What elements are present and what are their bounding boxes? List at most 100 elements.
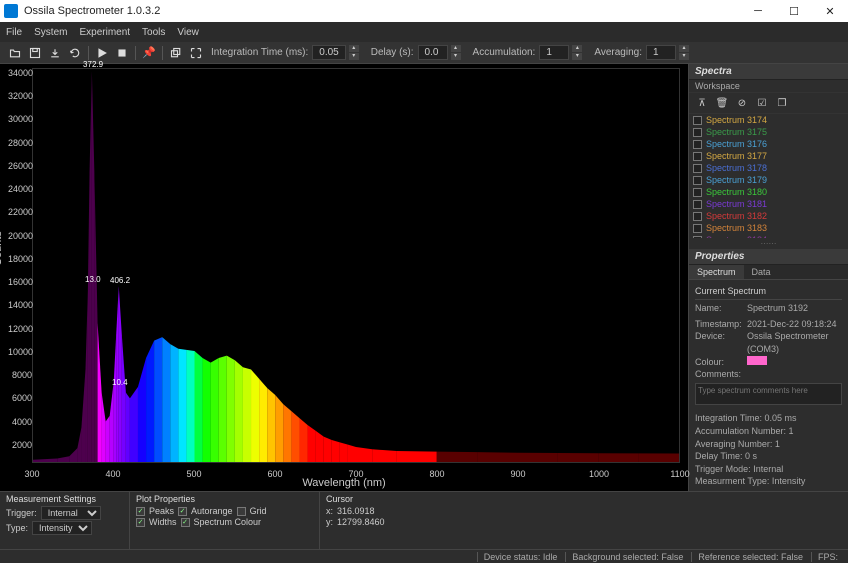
maximize-button[interactable]: ☐ — [776, 0, 812, 22]
y-tick: 6000 — [8, 393, 32, 403]
list-item[interactable]: Spectrum 3182 — [689, 210, 848, 222]
check-icon[interactable]: ☑ — [755, 96, 769, 110]
comments-input[interactable] — [695, 383, 842, 405]
trigger-select[interactable]: Internal — [41, 506, 101, 520]
list-item[interactable]: Spectrum 3180 — [689, 186, 848, 198]
y-tick: 26000 — [8, 161, 32, 171]
delay-input[interactable]: 0.0 — [418, 45, 448, 60]
widths-checkbox[interactable]: ✓ — [136, 518, 145, 527]
bottom-panel: Measurement Settings Trigger: Internal Ty… — [0, 491, 848, 549]
play-icon[interactable] — [93, 44, 111, 62]
pp-header: Plot Properties — [136, 494, 313, 504]
type-key: Type: — [6, 523, 28, 533]
list-item[interactable]: Spectrum 3178 — [689, 162, 848, 174]
props-section: Current Spectrum — [695, 283, 842, 301]
int-time-spinner[interactable]: ▴▾ — [349, 45, 359, 61]
accum-spinner[interactable]: ▴▾ — [572, 45, 582, 61]
y-tick: 10000 — [8, 347, 32, 357]
y-tick: 18000 — [8, 254, 32, 264]
tab-data[interactable]: Data — [744, 265, 779, 279]
colour-swatch[interactable] — [747, 356, 767, 365]
list-item[interactable]: Spectrum 3174 — [689, 114, 848, 126]
bounds-icon[interactable] — [187, 44, 205, 62]
stop-icon[interactable] — [113, 44, 131, 62]
peak-width-label: 13.0 — [85, 275, 101, 284]
menu-view[interactable]: View — [177, 27, 199, 38]
peak-label: 406.2 — [110, 276, 130, 285]
tab-spectrum[interactable]: Spectrum — [689, 265, 744, 279]
y-tick: 4000 — [8, 417, 32, 427]
layers-icon[interactable] — [167, 44, 185, 62]
list-item[interactable]: Spectrum 3183 — [689, 222, 848, 234]
y-tick: 22000 — [8, 207, 32, 217]
x-tick: 300 — [24, 469, 39, 479]
list-item[interactable]: Spectrum 3176 — [689, 138, 848, 150]
accum-input[interactable]: 1 — [539, 45, 569, 60]
cursor-x-value: 316.0918 — [337, 506, 375, 516]
delay-label: Delay (s): — [371, 47, 414, 58]
ms-header: Measurement Settings — [6, 494, 123, 504]
prop-line: Integration Time: 0.05 ms — [695, 412, 842, 425]
list-item[interactable]: Spectrum 3177 — [689, 150, 848, 162]
y-tick: 20000 — [8, 231, 32, 241]
cursor-x-key: x: — [326, 506, 333, 516]
delete-icon[interactable]: 🗑 — [715, 96, 729, 110]
prop-line: Accumulation Number: 1 — [695, 425, 842, 438]
y-tick: 14000 — [8, 300, 32, 310]
y-tick: 8000 — [8, 370, 32, 380]
grid-label: Grid — [250, 506, 267, 516]
peak-label: 372.9 — [83, 60, 103, 69]
int-time-input[interactable]: 0.05 — [312, 45, 345, 60]
peak-width-label: 10.4 — [112, 378, 128, 387]
widths-label: Widths — [149, 517, 177, 527]
spectrum-list[interactable]: Spectrum 3174Spectrum 3175Spectrum 3176S… — [689, 114, 848, 238]
peaks-label: Peaks — [149, 506, 174, 516]
status-ref: Reference selected: False — [691, 552, 809, 562]
plot-area[interactable]: Counts Wavelength (nm) 20004000600080001… — [0, 64, 688, 491]
y-tick: 24000 — [8, 184, 32, 194]
grid-checkbox[interactable]: . — [237, 507, 246, 516]
menu-tools[interactable]: Tools — [142, 27, 165, 38]
autorange-checkbox[interactable]: ✓ — [178, 507, 187, 516]
list-item[interactable]: Spectrum 3179 — [689, 174, 848, 186]
ts-value: 2021-Dec-22 09:18:24 — [747, 318, 837, 331]
cursor-y-value: 12799.8460 — [337, 517, 385, 527]
minimize-button[interactable]: ─ — [740, 0, 776, 22]
avg-input[interactable]: 1 — [646, 45, 676, 60]
x-tick: 500 — [186, 469, 201, 479]
peaks-checkbox[interactable]: ✓ — [136, 507, 145, 516]
status-device: Device status: Idle — [477, 552, 564, 562]
avg-spinner[interactable]: ▴▾ — [679, 45, 689, 61]
trigger-key: Trigger: — [6, 508, 37, 518]
export-icon[interactable] — [46, 44, 64, 62]
disable-icon[interactable]: ⊘ — [735, 96, 749, 110]
save-icon[interactable] — [26, 44, 44, 62]
name-value[interactable]: Spectrum 3192 — [747, 302, 808, 315]
x-tick: 1000 — [589, 469, 609, 479]
x-tick: 900 — [510, 469, 525, 479]
copy-icon[interactable]: ❐ — [775, 96, 789, 110]
status-fps: FPS: — [811, 552, 844, 562]
close-button[interactable]: ✕ — [812, 0, 848, 22]
menu-bar: File System Experiment Tools View — [0, 22, 848, 42]
type-select[interactable]: Intensity — [32, 521, 92, 535]
prop-line: Measurment Type: Intensity — [695, 475, 842, 488]
x-tick: 700 — [348, 469, 363, 479]
list-item[interactable]: Spectrum 3181 — [689, 198, 848, 210]
menu-system[interactable]: System — [34, 27, 67, 38]
speccol-checkbox[interactable]: ✓ — [181, 518, 190, 527]
pin-ws-icon[interactable]: ⊼ — [695, 96, 709, 110]
cursor-header: Cursor — [326, 494, 842, 504]
prop-line: Averaging Number: 1 — [695, 438, 842, 451]
menu-experiment[interactable]: Experiment — [79, 27, 130, 38]
col-key: Colour: — [695, 356, 743, 369]
delay-spinner[interactable]: ▴▾ — [451, 45, 461, 61]
int-time-label: Integration Time (ms): — [211, 47, 308, 58]
refresh-icon[interactable] — [66, 44, 84, 62]
resize-handle[interactable]: ⋯⋯ — [689, 238, 848, 249]
properties-header: Properties — [689, 249, 848, 265]
menu-file[interactable]: File — [6, 27, 22, 38]
pin-icon[interactable]: 📌 — [140, 44, 158, 62]
list-item[interactable]: Spectrum 3175 — [689, 126, 848, 138]
open-icon[interactable] — [6, 44, 24, 62]
